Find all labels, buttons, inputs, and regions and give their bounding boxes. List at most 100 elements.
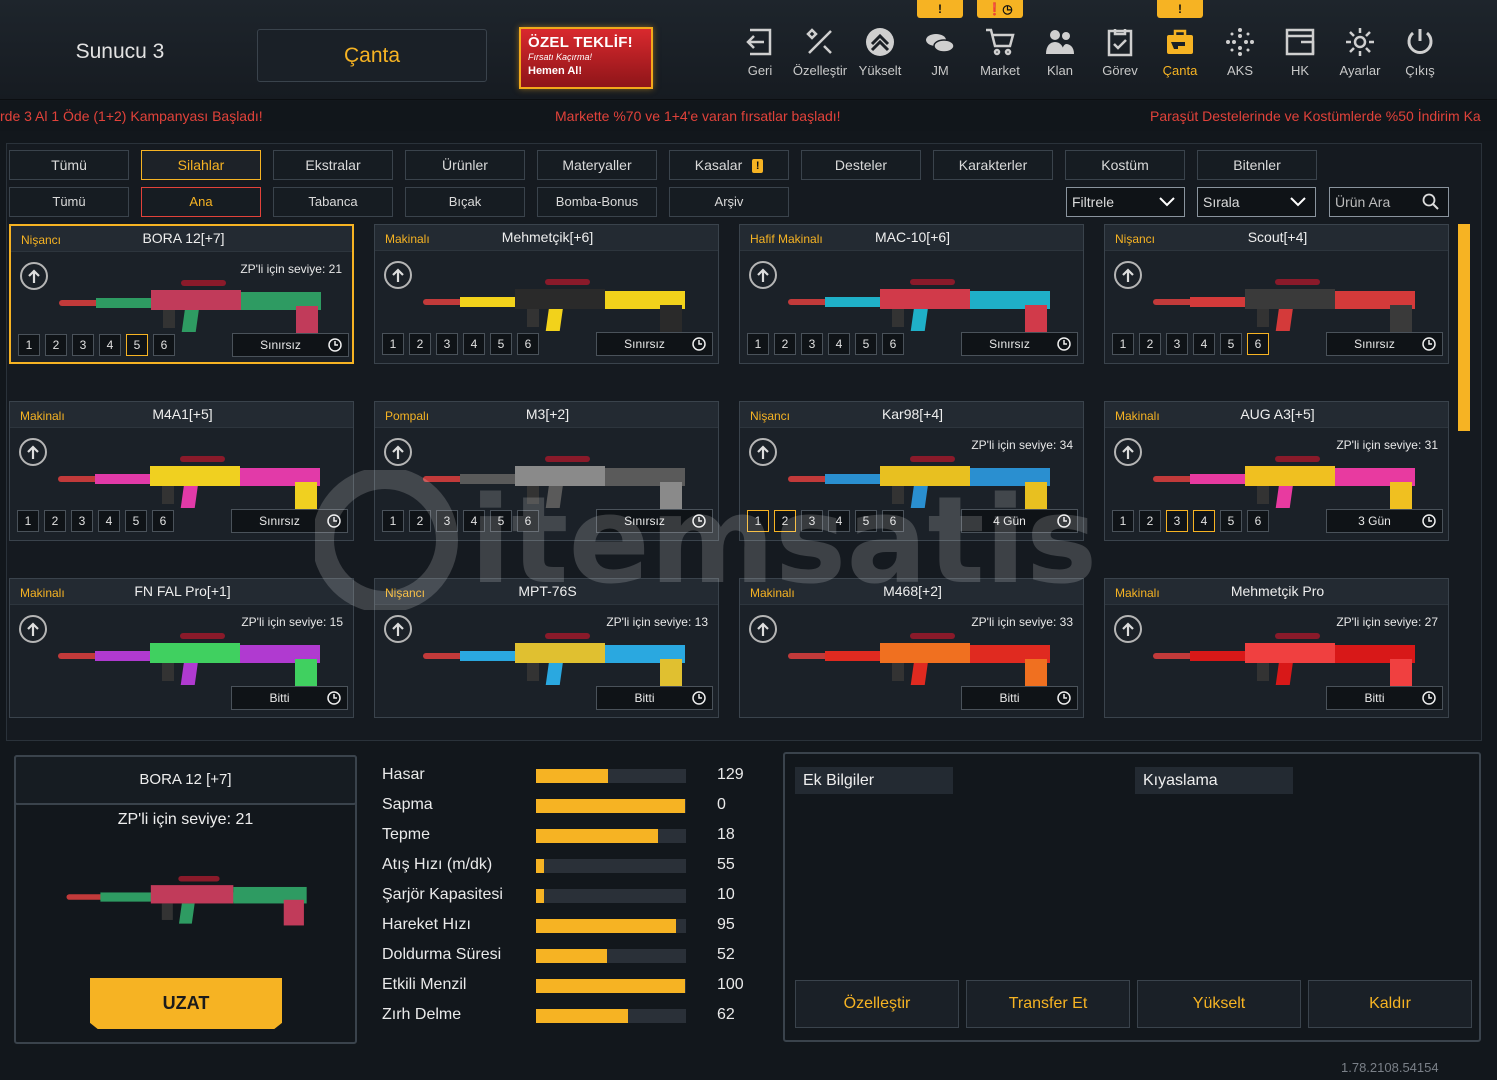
level-slot[interactable]: 1 <box>747 333 769 355</box>
level-slot[interactable]: 6 <box>882 333 904 355</box>
weapon-card[interactable]: Makinalı AUG A3[+5] ZP'li için seviye: 31 1… <box>1104 401 1449 541</box>
level-slot[interactable]: 1 <box>1112 333 1134 355</box>
tab-silahlar[interactable]: Silahlar <box>141 150 261 180</box>
level-slot[interactable]: 5 <box>855 510 877 532</box>
subtab-tümü[interactable]: Tümü <box>9 187 129 217</box>
nav-clan[interactable]: Klan <box>1030 0 1090 100</box>
subtab-ana[interactable]: Ana <box>141 187 261 217</box>
tab-ürünler[interactable]: Ürünler <box>405 150 525 180</box>
level-slot[interactable]: 1 <box>17 510 39 532</box>
scrollbar-thumb[interactable] <box>1458 224 1470 431</box>
level-slot[interactable]: 2 <box>1139 510 1161 532</box>
weapon-card[interactable]: Nişancı Kar98[+4] ZP'li için seviye: 34 1 2 3… <box>739 401 1084 541</box>
level-slot[interactable]: 5 <box>490 333 512 355</box>
level-slot[interactable]: 3 <box>801 333 823 355</box>
level-slot[interactable]: 1 <box>1112 510 1134 532</box>
weapon-card[interactable]: Makinalı Mehmetçik[+6] 1 2 3 4 5 6 Sınırsız <box>374 224 719 364</box>
level-slot[interactable]: 4 <box>828 510 850 532</box>
level-slot[interactable]: 2 <box>45 334 67 356</box>
remove-button[interactable]: Kaldır <box>1308 980 1472 1028</box>
level-slot[interactable]: 4 <box>99 334 121 356</box>
level-slot[interactable]: 6 <box>152 510 174 532</box>
level-slot[interactable]: 6 <box>517 333 539 355</box>
tab-desteler[interactable]: Desteler <box>801 150 921 180</box>
tab-bitenler[interactable]: Bitenler <box>1197 150 1317 180</box>
weapon-card[interactable]: Pompalı M3[+2] 1 2 3 4 5 6 Sınırsız <box>374 401 719 541</box>
upgrade-button[interactable]: Yükselt <box>1137 980 1301 1028</box>
level-slot[interactable]: 4 <box>1193 510 1215 532</box>
sort-dropdown[interactable]: Sırala <box>1197 187 1316 217</box>
tab-karakterler[interactable]: Karakterler <box>933 150 1053 180</box>
level-slot[interactable]: 5 <box>1220 510 1242 532</box>
level-slot[interactable]: 2 <box>44 510 66 532</box>
weapon-card[interactable]: Makinalı M468[+2] ZP'li için seviye: 33 Bit… <box>739 578 1084 718</box>
level-slot[interactable]: 3 <box>72 334 94 356</box>
weapon-card[interactable]: Hafif Makinalı MAC-10[+6] 1 2 3 4 5 6 Sınırsız <box>739 224 1084 364</box>
tab-materyaller[interactable]: Materyaller <box>537 150 657 180</box>
tab-tümü[interactable]: Tümü <box>9 150 129 180</box>
level-slot[interactable]: 5 <box>1220 333 1242 355</box>
level-slot[interactable]: 4 <box>463 333 485 355</box>
tab-ekstralar[interactable]: Ekstralar <box>273 150 393 180</box>
level-slot[interactable]: 6 <box>153 334 175 356</box>
level-slot[interactable]: 3 <box>436 510 458 532</box>
transfer-button[interactable]: Transfer Et <box>966 980 1130 1028</box>
nav-jm[interactable]: JM <box>910 0 970 100</box>
subtab-tabanca[interactable]: Tabanca <box>273 187 393 217</box>
level-slot[interactable]: 6 <box>1247 510 1269 532</box>
weapon-card[interactable]: Nişancı Scout[+4] 1 2 3 4 5 6 Sınırsız <box>1104 224 1449 364</box>
subtab-bomba-bonus[interactable]: Bomba-Bonus <box>537 187 657 217</box>
subtab-arşiv[interactable]: Arşiv <box>669 187 789 217</box>
nav-exit[interactable]: Çıkış <box>1390 0 1450 100</box>
level-slot[interactable]: 4 <box>1193 333 1215 355</box>
extra-info-header: Ek Bilgiler <box>795 767 953 794</box>
nav-aks[interactable]: AKS <box>1210 0 1270 100</box>
nav-upgrade[interactable]: Yükselt <box>850 0 910 100</box>
subtab-bıçak[interactable]: Bıçak <box>405 187 525 217</box>
bag-button[interactable]: Çanta <box>257 29 487 82</box>
level-slot[interactable]: 2 <box>409 510 431 532</box>
weapon-card[interactable]: Nişancı MPT-76S ZP'li için seviye: 13 Bitti <box>374 578 719 718</box>
level-slot[interactable]: 4 <box>828 333 850 355</box>
nav-bag[interactable]: Çanta <box>1150 0 1210 100</box>
nav-task[interactable]: Görev <box>1090 0 1150 100</box>
customize-button[interactable]: Özelleştir <box>795 980 959 1028</box>
level-slot[interactable]: 5 <box>490 510 512 532</box>
nav-hk[interactable]: HK <box>1270 0 1330 100</box>
level-slot[interactable]: 2 <box>774 333 796 355</box>
level-slot[interactable]: 2 <box>409 333 431 355</box>
level-slot[interactable]: 6 <box>882 510 904 532</box>
tab-kasalar[interactable]: Kasalar! <box>669 150 789 180</box>
nav-settings[interactable]: Ayarlar <box>1330 0 1390 100</box>
level-slot[interactable]: 5 <box>126 334 148 356</box>
search-input[interactable]: Ürün Ara <box>1329 187 1449 217</box>
extend-button[interactable]: UZAT <box>90 978 282 1029</box>
special-offer-button[interactable]: ÖZEL TEKLİF! Fırsatı Kaçırma! Hemen Al! <box>519 27 653 89</box>
weapon-card[interactable]: Makinalı FN FAL Pro[+1] ZP'li için seviye:… <box>9 578 354 718</box>
level-slot[interactable]: 1 <box>18 334 40 356</box>
weapon-card[interactable]: Makinalı Mehmetçik Pro ZP'li için seviye: … <box>1104 578 1449 718</box>
level-slot[interactable]: 3 <box>1166 510 1188 532</box>
filter-dropdown[interactable]: Filtrele <box>1066 187 1185 217</box>
level-slot[interactable]: 2 <box>1139 333 1161 355</box>
level-slot[interactable]: 3 <box>801 510 823 532</box>
level-slot[interactable]: 1 <box>382 333 404 355</box>
level-slot[interactable]: 5 <box>125 510 147 532</box>
weapon-card[interactable]: Makinalı M4A1[+5] 1 2 3 4 5 6 Sınırsız <box>9 401 354 541</box>
level-slot[interactable]: 3 <box>71 510 93 532</box>
nav-back[interactable]: Geri <box>730 0 790 100</box>
level-slot[interactable]: 1 <box>747 510 769 532</box>
level-slot[interactable]: 3 <box>1166 333 1188 355</box>
level-slot[interactable]: 4 <box>463 510 485 532</box>
level-slot[interactable]: 6 <box>1247 333 1269 355</box>
level-slot[interactable]: 3 <box>436 333 458 355</box>
tab-kostüm[interactable]: Kostüm <box>1065 150 1185 180</box>
level-slot[interactable]: 2 <box>774 510 796 532</box>
level-slot[interactable]: 5 <box>855 333 877 355</box>
nav-customize[interactable]: Özelleştir <box>790 0 850 100</box>
nav-market[interactable]: Market <box>970 0 1030 100</box>
level-slot[interactable]: 4 <box>98 510 120 532</box>
level-slot[interactable]: 1 <box>382 510 404 532</box>
level-slot[interactable]: 6 <box>517 510 539 532</box>
weapon-card[interactable]: Nişancı BORA 12[+7] ZP'li için seviye: 21 1… <box>9 224 354 364</box>
